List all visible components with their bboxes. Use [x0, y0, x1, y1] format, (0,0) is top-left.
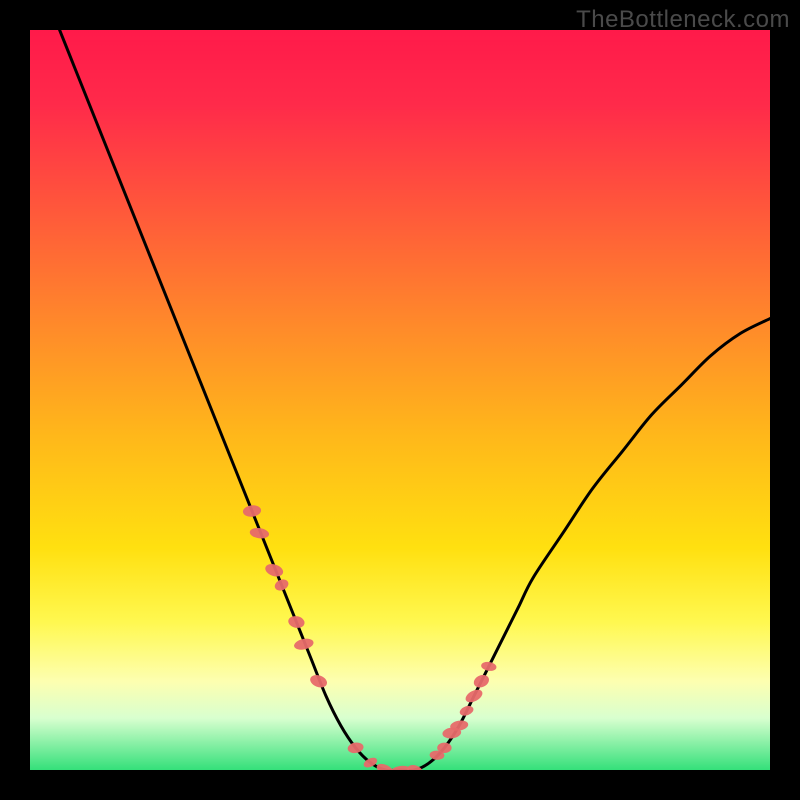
chart-svg	[30, 30, 770, 770]
marker-point	[347, 741, 364, 754]
marker-point	[249, 527, 270, 540]
marker-point	[375, 761, 396, 770]
marker-point	[264, 562, 285, 579]
chart-frame: TheBottleneck.com	[0, 0, 800, 800]
marker-point	[464, 687, 485, 705]
marker-point	[293, 637, 315, 651]
marker-point	[481, 661, 498, 672]
marker-point	[437, 743, 451, 754]
marker-point	[458, 704, 474, 717]
marker-point	[273, 577, 290, 592]
marker-point	[287, 615, 305, 630]
marker-point	[472, 673, 491, 690]
bottleneck-curve	[60, 30, 770, 770]
plot-area	[30, 30, 770, 770]
marker-point	[390, 764, 410, 770]
marker-point	[242, 504, 261, 517]
marker-group	[242, 504, 497, 770]
marker-point	[308, 673, 328, 690]
